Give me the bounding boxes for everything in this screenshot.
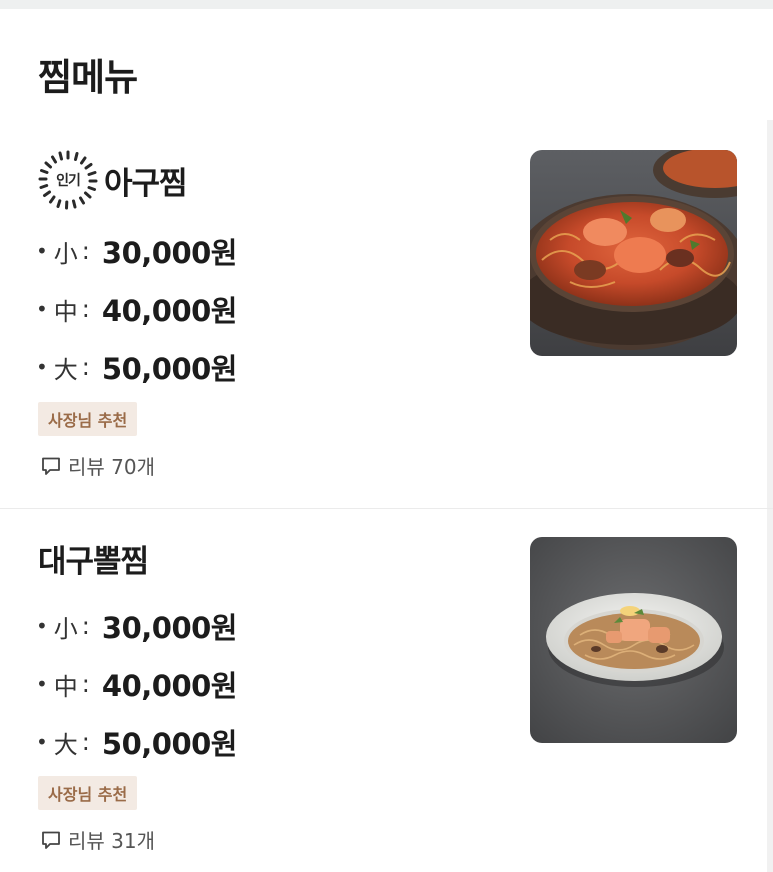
bullet-icon: • xyxy=(36,730,48,754)
menu-item-name-row: 대구뽈찜 xyxy=(38,533,149,583)
size-label: 小 xyxy=(53,614,78,643)
menu-item[interactable]: 인기 아구찜 • 小 : 30,000원 • 中 : 40,000원 • 大 :… xyxy=(0,140,773,508)
menu-item-name-row: 인기 아구찜 xyxy=(38,150,188,210)
review-count[interactable]: 리뷰 31개 xyxy=(40,825,155,854)
price-row-medium: • 中 : 40,000원 xyxy=(36,655,237,713)
price-value: 40,000원 xyxy=(101,669,238,703)
bullet-icon: • xyxy=(36,239,48,263)
menu-item-photo[interactable] xyxy=(530,150,737,356)
comment-icon xyxy=(42,457,60,475)
review-count[interactable]: 리뷰 70개 xyxy=(40,451,155,480)
price-list: • 小 : 30,000원 • 中 : 40,000원 • 大 : 50,000… xyxy=(36,597,237,771)
menu-item[interactable]: 대구뽈찜 • 小 : 30,000원 • 中 : 40,000원 • 大 : 5… xyxy=(0,509,773,872)
braised-cod-cheek-photo-icon xyxy=(530,537,737,743)
menu-item-title[interactable]: 대구뽈찜 xyxy=(38,536,149,581)
separator: : xyxy=(81,728,90,756)
price-row-large: • 大 : 50,000원 xyxy=(36,713,237,771)
bullet-icon: • xyxy=(36,614,48,638)
price-row-large: • 大 : 50,000원 xyxy=(36,338,237,396)
braised-monkfish-photo-icon xyxy=(530,150,737,356)
menu-item-photo[interactable] xyxy=(530,537,737,743)
price-value: 50,000원 xyxy=(101,352,238,386)
size-label: 大 xyxy=(53,730,78,759)
size-label: 大 xyxy=(53,355,78,384)
price-row-medium: • 中 : 40,000원 xyxy=(36,280,237,338)
review-count-label: 리뷰 31개 xyxy=(68,829,156,853)
section-title: 찜메뉴 xyxy=(38,56,138,99)
size-label: 中 xyxy=(53,297,78,326)
price-value: 30,000원 xyxy=(101,236,238,270)
separator: : xyxy=(81,612,90,640)
separator: : xyxy=(81,670,90,698)
separator: : xyxy=(81,353,90,381)
separator: : xyxy=(81,295,90,323)
popular-badge: 인기 xyxy=(38,150,98,210)
price-row-small: • 小 : 30,000원 xyxy=(36,222,237,280)
price-value: 30,000원 xyxy=(101,611,238,645)
bullet-icon: • xyxy=(36,672,48,696)
size-label: 中 xyxy=(53,672,78,701)
top-strip xyxy=(0,0,773,9)
comment-icon xyxy=(42,831,60,849)
owner-recommend-tag: 사장님 추천 xyxy=(38,776,138,810)
price-row-small: • 小 : 30,000원 xyxy=(36,597,237,655)
menu-item-title[interactable]: 아구찜 xyxy=(104,158,188,203)
owner-recommend-tag: 사장님 추천 xyxy=(38,402,138,436)
price-list: • 小 : 30,000원 • 中 : 40,000원 • 大 : 50,000… xyxy=(36,222,237,396)
bullet-icon: • xyxy=(36,355,48,379)
bullet-icon: • xyxy=(36,297,48,321)
price-value: 40,000원 xyxy=(101,294,238,328)
review-count-label: 리뷰 70개 xyxy=(68,455,156,479)
size-label: 小 xyxy=(53,239,78,268)
separator: : xyxy=(81,237,90,265)
price-value: 50,000원 xyxy=(101,727,238,761)
popular-badge-label: 인기 xyxy=(56,173,81,189)
